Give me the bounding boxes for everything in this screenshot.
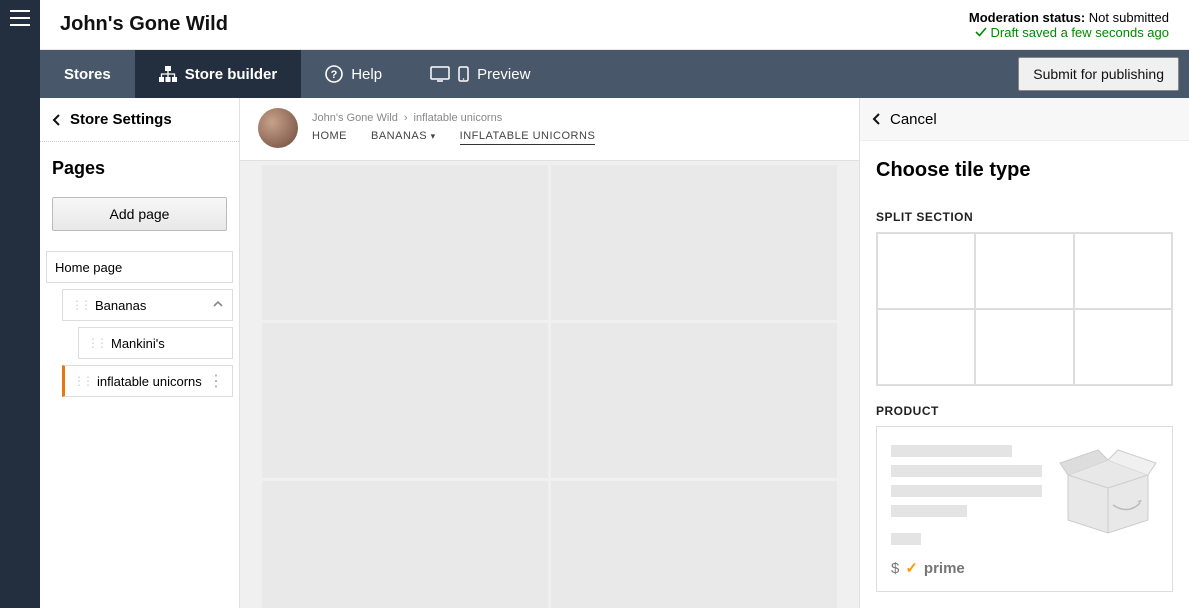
split-option[interactable] [877,309,975,385]
pages-heading: Pages [40,142,239,197]
split-option[interactable] [975,233,1073,309]
tile-placeholder[interactable] [551,323,837,478]
nav-help[interactable]: ? Help [301,50,406,98]
status-area: Moderation status: Not submitted Draft s… [969,10,1169,40]
page-tab-bananas[interactable]: BANANAS ▾ [371,130,436,145]
moderation-label: Moderation status: [969,10,1085,25]
panel-title: Choose tile type [860,141,1189,192]
nav-stores[interactable]: Stores [40,50,135,98]
chevron-up-icon[interactable] [212,298,224,313]
draft-saved-text: Draft saved a few seconds ago [991,25,1170,40]
placeholder-line [891,533,921,545]
tile-placeholder[interactable] [262,481,548,608]
page-tab-home[interactable]: HOME [312,130,347,145]
tile-placeholder[interactable] [551,165,837,320]
tree-item-inflatable-unicorns[interactable]: ⋮⋮ inflatable unicorns ⋮ [62,365,233,397]
cancel-link[interactable]: Cancel [860,98,1189,141]
nav-store-builder[interactable]: Store builder [135,50,302,98]
tile-placeholder[interactable] [551,481,837,608]
tile-placeholder[interactable] [262,323,548,478]
split-option[interactable] [877,233,975,309]
drag-handle-icon[interactable]: ⋮⋮ [73,374,91,388]
product-tile-option[interactable]: $ ✓ prime [876,426,1173,592]
tree-item-bananas[interactable]: ⋮⋮ Bananas [62,289,233,321]
moderation-value: Not submitted [1089,10,1169,25]
submit-for-publishing-button[interactable]: Submit for publishing [1018,57,1179,91]
placeholder-line [891,445,1012,457]
placeholder-line [891,485,1042,497]
hamburger-menu-icon[interactable] [10,10,30,26]
box-icon [1058,445,1158,535]
desktop-icon [430,66,450,82]
kebab-menu-icon[interactable]: ⋮ [208,371,224,391]
store-name: John's Gone Wild [60,13,228,36]
store-avatar [258,108,298,148]
drag-handle-icon[interactable]: ⋮⋮ [87,336,105,350]
tile-placeholder[interactable] [262,165,548,320]
chevron-left-icon [872,112,882,126]
split-section-grid [876,232,1173,386]
split-section-label: SPLIT SECTION [860,192,1189,232]
chevron-left-icon [52,113,62,127]
prime-check-icon: ✓ [905,559,918,577]
split-option[interactable] [1074,233,1172,309]
placeholder-line [891,465,1042,477]
store-settings-link[interactable]: Store Settings [40,98,239,142]
svg-text:?: ? [331,69,338,81]
split-option[interactable] [975,309,1073,385]
dollar-sign: $ [891,560,899,577]
mobile-icon [458,66,469,82]
nav-preview[interactable]: Preview [406,50,554,98]
help-icon: ? [325,65,343,83]
add-page-button[interactable]: Add page [52,197,227,231]
sitemap-icon [159,66,177,82]
drag-handle-icon[interactable]: ⋮⋮ [71,298,89,312]
placeholder-line [891,505,967,517]
crumb-root[interactable]: John's Gone Wild [312,112,398,124]
breadcrumb: John's Gone Wild › inflatable unicorns [312,112,595,124]
page-tab-unicorns[interactable]: INFLATABLE UNICORNS [460,130,596,145]
crumb-leaf: inflatable unicorns [414,112,503,124]
product-section-label: PRODUCT [860,386,1189,426]
split-option[interactable] [1074,309,1172,385]
tree-item-mankinis[interactable]: ⋮⋮ Mankini's [78,327,233,359]
check-icon [975,26,987,38]
tree-item-home[interactable]: Home page [46,251,233,283]
prime-label: prime [924,560,965,577]
